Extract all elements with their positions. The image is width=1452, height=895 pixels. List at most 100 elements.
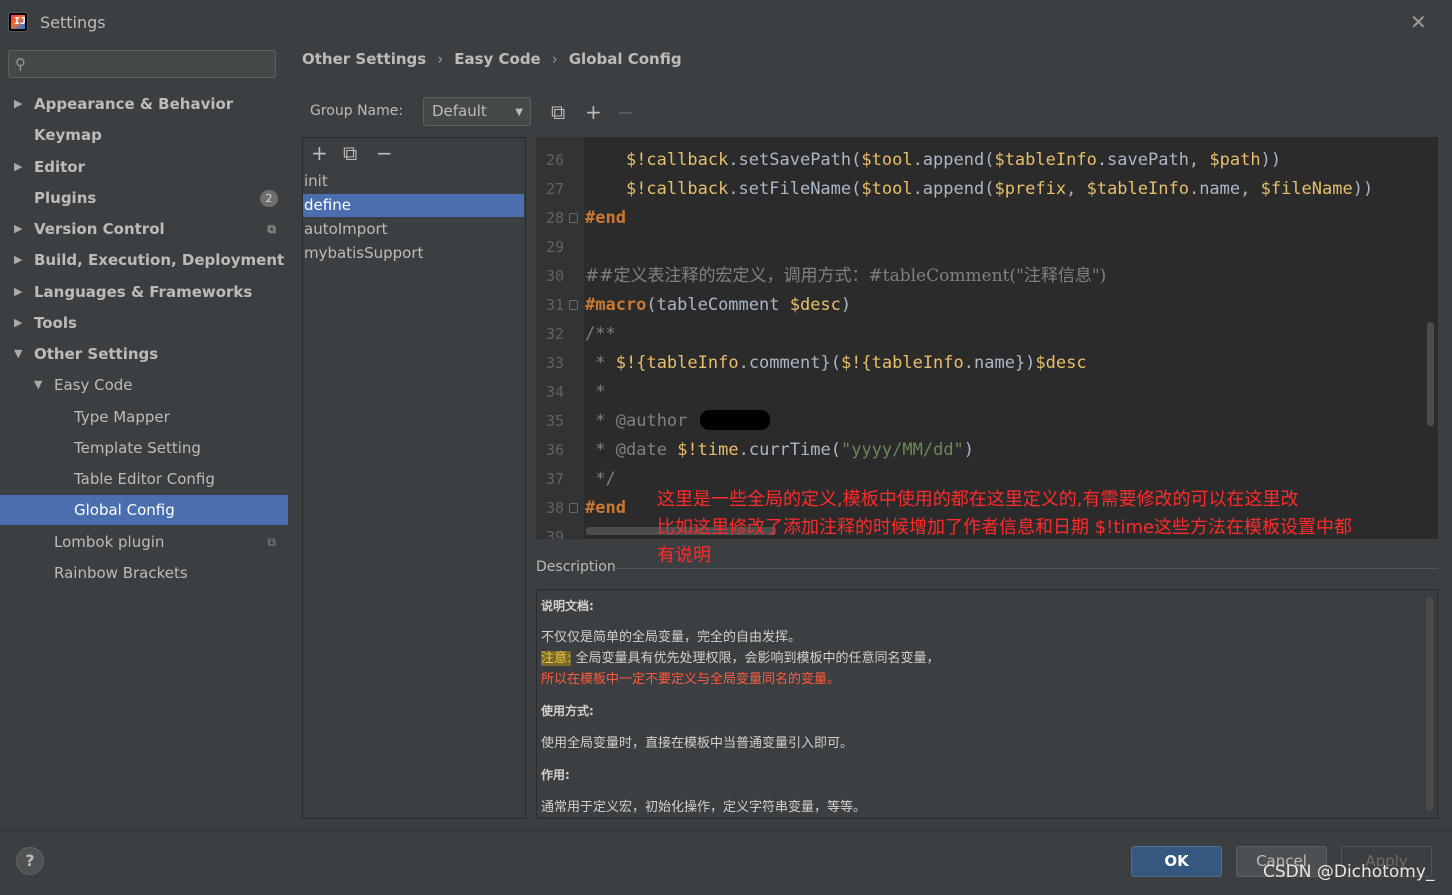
code-text: * @date $!time.currTime("yyyy/MM/dd") [595, 440, 975, 460]
copy-group-icon[interactable]: ⧉ [551, 102, 565, 122]
sidebar-item-label: Appearance & Behavior [34, 95, 234, 113]
template-list-item[interactable]: autoImport [303, 218, 524, 241]
template-list-item[interactable]: define [303, 194, 524, 217]
fold-marker-icon[interactable] [569, 503, 578, 513]
chevron-down-icon: ▼ [515, 107, 523, 118]
code-text: #end [585, 498, 626, 518]
line-number: 36 [545, 441, 564, 459]
sidebar-item-label: Tools [34, 314, 77, 332]
breadcrumb: Other Settings › Easy Code › Global Config [302, 50, 682, 68]
template-list-item[interactable]: init [303, 170, 524, 193]
sidebar-item-appearance-behavior[interactable]: ▶ Appearance & Behavior [0, 89, 288, 119]
collapsed-arrow-icon[interactable]: ▶ [14, 277, 22, 307]
copy-item-icon[interactable]: ⧉ [343, 143, 357, 163]
dialog-button-bar [0, 830, 1452, 895]
code-line: 32 /** [536, 320, 1438, 349]
sidebar-item-keymap[interactable]: Keymap [0, 120, 288, 150]
description-scrollbar[interactable] [1426, 597, 1433, 811]
group-name-select[interactable]: Default ▼ [423, 97, 531, 126]
template-list-item[interactable]: mybatisSupport [303, 242, 524, 265]
line-number: 31 [545, 296, 564, 314]
sidebar-item-label: Version Control [34, 220, 165, 238]
sidebar-item-global-config[interactable]: Global Config [0, 495, 288, 525]
breadcrumb-separator: › [437, 50, 444, 68]
breadcrumb-separator: › [551, 50, 558, 68]
expanded-arrow-icon[interactable]: ▼ [34, 370, 42, 400]
collapsed-arrow-icon[interactable]: ▶ [14, 308, 22, 338]
code-line: 33 * $!{tableInfo.comment}($!{tableInfo.… [536, 349, 1438, 378]
expanded-arrow-icon[interactable]: ▼ [14, 339, 22, 369]
csdn-watermark: CSDN @Dichotomy_ [1263, 862, 1435, 882]
group-name-label: Group Name: [310, 103, 404, 119]
effect-heading: 作用: [541, 768, 570, 782]
code-editor[interactable]: 26 $!callback.setSavePath($tool.append($… [536, 137, 1438, 539]
note-tag: 注意: [541, 651, 572, 666]
fold-marker-icon[interactable] [569, 213, 578, 223]
editor-vertical-scrollbar[interactable] [1427, 322, 1434, 426]
sidebar-item-plugins[interactable]: Plugins 2 [0, 183, 288, 213]
line-number: 35 [545, 412, 564, 430]
sidebar-item-type-mapper[interactable]: Type Mapper [0, 402, 288, 432]
search-icon: ⚲ [15, 55, 26, 73]
sidebar-item-lombok-plugin[interactable]: Lombok plugin ⧉ [0, 527, 288, 557]
line-number: 33 [545, 354, 564, 372]
project-settings-icon: ⧉ [267, 535, 276, 549]
description-divider [614, 568, 1438, 569]
sidebar-item-template-setting[interactable]: Template Setting [0, 433, 288, 463]
fold-marker-icon[interactable] [569, 300, 578, 310]
sidebar-item-other-settings[interactable]: ▼ Other Settings [0, 339, 288, 369]
add-group-icon[interactable]: + [585, 102, 602, 122]
code-line: 30 ##定义表注释的宏定义，调用方式：#tableComment("注释信息") [536, 262, 1438, 291]
window-title: Settings [40, 13, 106, 32]
title-bar [0, 0, 1452, 44]
sidebar-item-build-execution-deployment[interactable]: ▶ Build, Execution, Deployment [0, 245, 288, 275]
sidebar-item-rainbow-brackets[interactable]: Rainbow Brackets [0, 558, 288, 588]
ok-button[interactable]: OK [1131, 846, 1222, 877]
code-line: 36 * @date $!time.currTime("yyyy/MM/dd") [536, 436, 1438, 465]
code-line: 34 * [536, 378, 1438, 407]
note-line: 注意: 全局变量具有优先处理权限，会影响到模板中的任意同名变量， [541, 648, 940, 669]
line-number: 30 [545, 267, 564, 285]
sidebar-item-label: Table Editor Config [74, 470, 215, 488]
sidebar-item-label: Languages & Frameworks [34, 283, 253, 301]
code-text: ##定义表注释的宏定义，调用方式：#tableComment("注释信息") [585, 266, 1107, 286]
note-text: 全局变量具有优先处理权限，会影响到模板中的任意同名变量， [575, 651, 940, 666]
sidebar-item-tools[interactable]: ▶ Tools [0, 308, 288, 338]
sidebar-item-label: Type Mapper [74, 408, 170, 426]
settings-search-input[interactable]: ⚲ [8, 50, 276, 78]
usage-heading: 使用方式: [541, 704, 594, 718]
code-text: * $!{tableInfo.comment}($!{tableInfo.nam… [595, 353, 1087, 373]
remove-group-icon[interactable]: − [617, 102, 634, 122]
sidebar-item-table-editor-config[interactable]: Table Editor Config [0, 464, 288, 494]
collapsed-arrow-icon[interactable]: ▶ [14, 89, 22, 119]
help-button[interactable]: ? [16, 847, 44, 875]
close-icon[interactable]: ✕ [1410, 10, 1427, 34]
add-item-icon[interactable]: + [311, 143, 328, 163]
sidebar-item-editor[interactable]: ▶ Editor [0, 152, 288, 182]
sidebar-item-version-control[interactable]: ▶ Version Control ⧉ [0, 214, 288, 244]
sidebar-item-label: Global Config [74, 501, 175, 519]
collapsed-arrow-icon[interactable]: ▶ [14, 214, 22, 244]
collapsed-arrow-icon[interactable]: ▶ [14, 152, 22, 182]
breadcrumb-item[interactable]: Other Settings [302, 50, 426, 68]
code-line: 31 #macro(tableComment $desc) [536, 291, 1438, 320]
update-count-badge: 2 [260, 190, 278, 207]
code-line: 26 $!callback.setSavePath($tool.append($… [536, 146, 1438, 175]
remove-item-icon[interactable]: − [376, 143, 393, 163]
line-number: 38 [545, 499, 564, 517]
redacted-author [700, 410, 770, 430]
breadcrumb-item: Global Config [568, 50, 682, 68]
sidebar-item-label: Easy Code [54, 376, 133, 394]
sidebar-item-label: Keymap [34, 126, 102, 144]
breadcrumb-item[interactable]: Easy Code [454, 50, 541, 68]
code-line: 27 $!callback.setFileName($tool.append($… [536, 175, 1438, 204]
sidebar-item-languages-frameworks[interactable]: ▶ Languages & Frameworks [0, 277, 288, 307]
code-line: 28 #end [536, 204, 1438, 233]
code-text: $!callback.setFileName($tool.append($pre… [625, 179, 1374, 199]
sidebar-item-label: Build, Execution, Deployment [34, 251, 285, 269]
line-number: 26 [545, 151, 564, 169]
sidebar-item-easy-code[interactable]: ▼ Easy Code [0, 370, 288, 400]
collapsed-arrow-icon[interactable]: ▶ [14, 245, 22, 275]
doc-heading: 说明文档: [541, 599, 594, 613]
code-text: $!callback.setSavePath($tool.append($tab… [625, 150, 1282, 170]
